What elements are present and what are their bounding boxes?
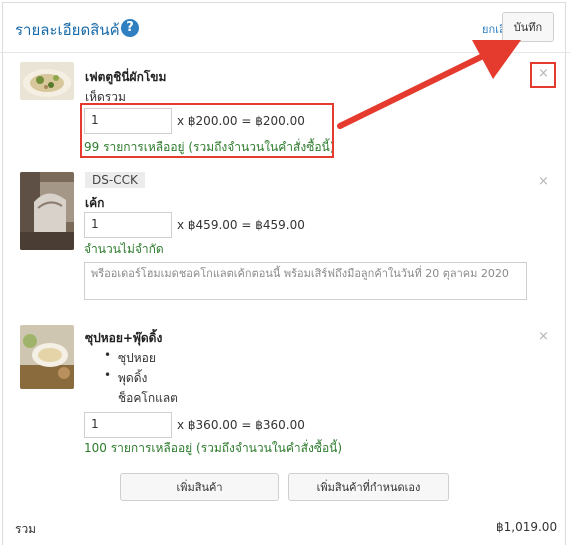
annotation-arrow — [337, 40, 521, 129]
